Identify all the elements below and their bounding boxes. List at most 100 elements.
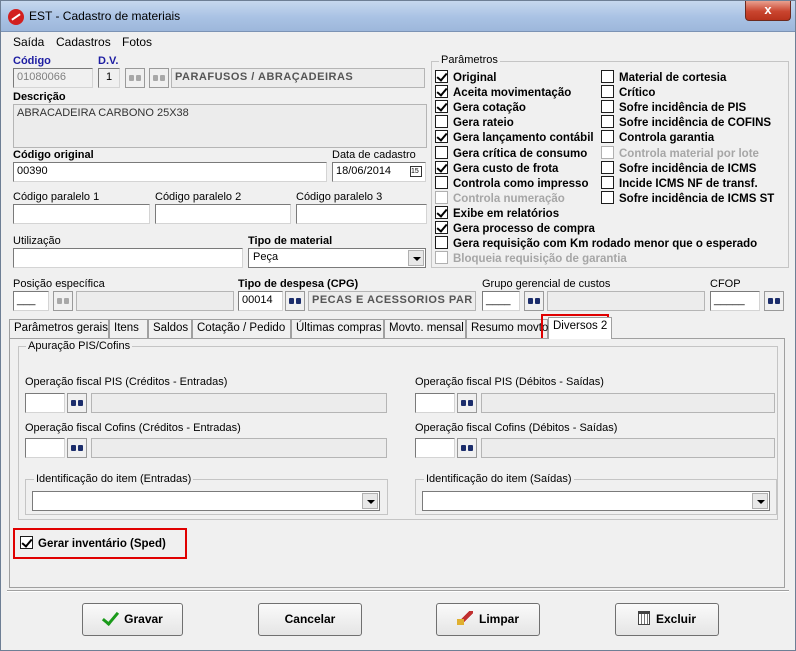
- paralelo3-field[interactable]: [296, 204, 427, 224]
- tipo-despesa-code-field[interactable]: 00014: [238, 291, 283, 311]
- grupo-gerencial-desc-field[interactable]: [547, 291, 705, 311]
- checkbox-box[interactable]: [435, 251, 448, 265]
- calendar-icon[interactable]: 15: [410, 166, 422, 177]
- ident-entrada-select[interactable]: [32, 491, 380, 511]
- tab-4[interactable]: Cotação / Pedido: [192, 319, 291, 338]
- checkbox-box[interactable]: [601, 100, 614, 114]
- grupo-field[interactable]: PARAFUSOS / ABRAÇADEIRAS: [171, 68, 425, 88]
- checkbox-box[interactable]: [601, 190, 614, 204]
- search-pis-entrada-button[interactable]: [67, 393, 87, 413]
- tab-6[interactable]: Movto. mensal: [384, 319, 466, 338]
- checkbox-box[interactable]: [435, 85, 448, 99]
- search-pis-saida-button[interactable]: [457, 393, 477, 413]
- parametro-right-checkbox[interactable]: Sofre incidência de PIS: [601, 100, 746, 114]
- posicao-desc-field[interactable]: [76, 291, 234, 311]
- menu-saida[interactable]: Saída: [13, 35, 44, 49]
- pis-entrada-desc[interactable]: [91, 393, 387, 413]
- pis-entrada-field[interactable]: [25, 393, 65, 413]
- checkbox-box[interactable]: [435, 145, 448, 159]
- cofins-entrada-field[interactable]: [25, 438, 65, 458]
- checkbox-box[interactable]: [601, 70, 614, 83]
- checkbox-box[interactable]: [435, 70, 448, 83]
- checkbox-box[interactable]: [601, 160, 614, 174]
- parametro-left-checkbox[interactable]: Gera requisição com Km rodado menor que …: [435, 236, 757, 250]
- gravar-button[interactable]: Gravar: [82, 603, 183, 636]
- utilizacao-field[interactable]: [13, 248, 243, 268]
- parametro-left-checkbox[interactable]: Bloqueia requisição de garantia: [435, 251, 627, 265]
- search-posicao-button[interactable]: [53, 291, 73, 311]
- checkbox-box[interactable]: [435, 221, 448, 234]
- parametro-right-checkbox[interactable]: Crítico: [601, 85, 655, 99]
- tab-2[interactable]: Itens: [109, 319, 148, 338]
- checkbox-box[interactable]: [435, 190, 448, 204]
- parametro-right-checkbox[interactable]: Incide ICMS NF de transf.: [601, 175, 758, 190]
- tipo-despesa-desc-field[interactable]: PECAS E ACESSORIOS PAR: [308, 291, 476, 311]
- close-button[interactable]: x: [745, 1, 791, 21]
- paralelo2-field[interactable]: [155, 204, 291, 224]
- tab-3[interactable]: Saldos: [148, 319, 192, 338]
- parametro-left-checkbox[interactable]: Original: [435, 70, 496, 84]
- checkbox-box[interactable]: [601, 130, 614, 144]
- chevron-down-icon[interactable]: [752, 493, 768, 509]
- checkbox-box[interactable]: [435, 175, 448, 189]
- checkbox-box[interactable]: [435, 160, 448, 174]
- tab-1[interactable]: Parâmetros gerais: [9, 319, 109, 338]
- menu-cadastros[interactable]: Cadastros: [56, 35, 111, 49]
- descricao-field[interactable]: ABRACADEIRA CARBONO 25X38: [13, 104, 427, 148]
- ident-saida-select[interactable]: [422, 491, 770, 511]
- chevron-down-icon[interactable]: [362, 493, 378, 509]
- dv-field[interactable]: 1: [98, 68, 120, 88]
- cfop-field[interactable]: _____: [710, 291, 760, 311]
- parametro-left-checkbox[interactable]: Aceita movimentação: [435, 85, 571, 99]
- parametro-left-checkbox[interactable]: Exibe em relatórios: [435, 205, 559, 220]
- checkbox-box[interactable]: [435, 205, 448, 219]
- cofins-entrada-desc[interactable]: [91, 438, 387, 458]
- parametro-right-checkbox[interactable]: Material de cortesia: [601, 70, 726, 84]
- parametro-right-checkbox[interactable]: Controla garantia: [601, 130, 714, 144]
- search-grupo-gerencial-button[interactable]: [524, 291, 544, 311]
- checkbox-box[interactable]: [601, 85, 614, 99]
- parametro-left-checkbox[interactable]: Gera custo de frota: [435, 160, 558, 175]
- parametro-left-checkbox[interactable]: Gera cotação: [435, 100, 526, 114]
- parametro-right-checkbox[interactable]: Controla material por lote: [601, 145, 759, 160]
- tab-8[interactable]: Diversos 2: [548, 317, 612, 339]
- pis-saida-desc[interactable]: [481, 393, 775, 413]
- checkbox-box[interactable]: [435, 236, 448, 250]
- checkbox-box[interactable]: [601, 145, 614, 159]
- search-despesa-button[interactable]: [285, 291, 305, 311]
- search-codigo-button[interactable]: [125, 68, 145, 88]
- cancelar-button[interactable]: Cancelar: [258, 603, 362, 636]
- pis-saida-field[interactable]: [415, 393, 455, 413]
- chevron-down-icon[interactable]: [408, 250, 424, 266]
- checkbox-box[interactable]: [601, 115, 614, 129]
- search-cofins-entrada-button[interactable]: [67, 438, 87, 458]
- parametro-left-checkbox[interactable]: Controla numeração: [435, 190, 565, 205]
- grupo-gerencial-field[interactable]: ____: [482, 291, 520, 311]
- excluir-button[interactable]: Excluir: [615, 603, 719, 636]
- codigo-original-field[interactable]: 00390: [13, 162, 327, 182]
- cofins-saida-desc[interactable]: [481, 438, 775, 458]
- tab-7[interactable]: Resumo movto.: [466, 319, 552, 338]
- parametro-left-checkbox[interactable]: Gera lançamento contábil: [435, 130, 594, 144]
- search-grupo-button[interactable]: [149, 68, 169, 88]
- search-cfop-button[interactable]: [764, 291, 784, 311]
- parametro-left-checkbox[interactable]: Controla como impresso: [435, 175, 588, 190]
- parametro-right-checkbox[interactable]: Sofre incidência de COFINS: [601, 115, 771, 129]
- parametro-left-checkbox[interactable]: Gera crítica de consumo: [435, 145, 587, 160]
- cofins-saida-field[interactable]: [415, 438, 455, 458]
- search-cofins-saida-button[interactable]: [457, 438, 477, 458]
- parametro-right-checkbox[interactable]: Sofre incidência de ICMS: [601, 160, 756, 175]
- checkbox-box[interactable]: [601, 175, 614, 189]
- paralelo1-field[interactable]: [13, 204, 150, 224]
- checkbox-box[interactable]: [435, 100, 448, 114]
- checkbox-box[interactable]: [435, 115, 448, 129]
- tipo-material-select[interactable]: Peça: [248, 248, 426, 268]
- parametro-left-checkbox[interactable]: Gera processo de compra: [435, 221, 595, 235]
- posicao-field[interactable]: ___: [13, 291, 49, 311]
- menu-fotos[interactable]: Fotos: [122, 35, 152, 49]
- title-bar[interactable]: EST - Cadastro de materiais x: [1, 1, 795, 32]
- parametro-left-checkbox[interactable]: Gera rateio: [435, 115, 514, 129]
- limpar-button[interactable]: Limpar: [436, 603, 540, 636]
- codigo-field[interactable]: 01080066: [13, 68, 93, 88]
- parametro-right-checkbox[interactable]: Sofre incidência de ICMS ST: [601, 190, 774, 205]
